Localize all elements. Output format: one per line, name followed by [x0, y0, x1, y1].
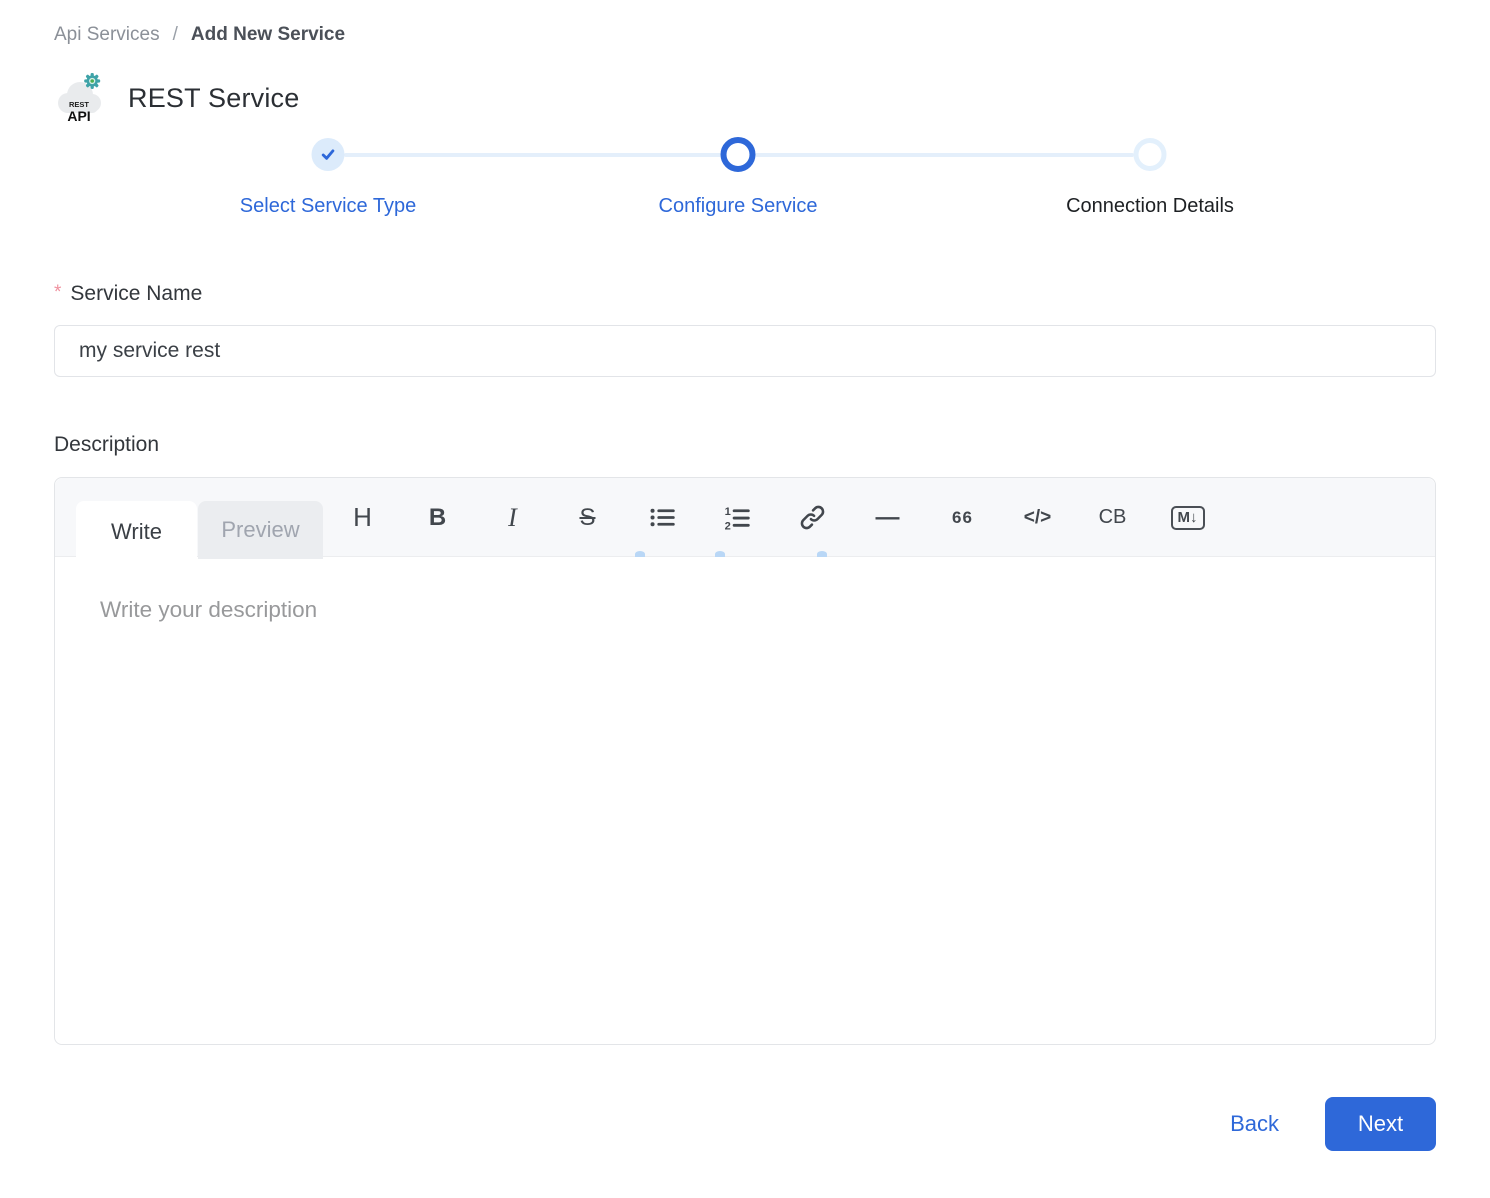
step-3-indicator[interactable]: [1134, 138, 1167, 171]
back-button[interactable]: Back: [1230, 1111, 1279, 1137]
heading-button[interactable]: H: [325, 494, 400, 542]
breadcrumb-api-services[interactable]: Api Services: [54, 24, 160, 46]
add-service-page: Api Services / Add New Service REST: [0, 0, 1490, 1151]
link-button[interactable]: [775, 494, 850, 542]
svg-text:1: 1: [725, 506, 731, 518]
check-icon: [320, 146, 337, 163]
rest-api-cloud-icon: REST API: [54, 70, 104, 126]
bold-icon: B: [429, 504, 446, 532]
editor-toolbar: Write Preview H B I S: [55, 478, 1435, 557]
breadcrumb: Api Services / Add New Service: [54, 24, 1436, 46]
service-name-input[interactable]: [54, 325, 1436, 377]
italic-button[interactable]: I: [475, 494, 550, 542]
required-marker: *: [54, 282, 61, 303]
link-icon: [799, 504, 826, 531]
quote-button[interactable]: 66: [925, 494, 1000, 542]
bold-button[interactable]: B: [400, 494, 475, 542]
next-button[interactable]: Next: [1325, 1097, 1436, 1151]
code-block-button[interactable]: CB: [1075, 494, 1150, 542]
service-name-label-text: Service Name: [70, 282, 202, 305]
quote-icon: 66: [952, 508, 973, 528]
breadcrumb-separator: /: [173, 24, 178, 46]
tab-write[interactable]: Write: [76, 501, 197, 562]
step-3-label[interactable]: Connection Details: [1066, 195, 1234, 218]
toolbar-buttons: H B I S: [325, 478, 1225, 557]
icon-label-api: API: [67, 108, 90, 124]
markdown-icon: M↓: [1171, 506, 1205, 530]
strikethrough-button[interactable]: S: [550, 494, 625, 542]
markdown-editor: Write Preview H B I S: [54, 477, 1436, 1045]
italic-icon: I: [508, 503, 517, 533]
step-2-indicator[interactable]: [721, 137, 756, 172]
service-name-label: * Service Name: [54, 282, 1436, 306]
step-2-label[interactable]: Configure Service: [659, 195, 818, 218]
gear-icon: [84, 73, 100, 89]
code-button[interactable]: </>: [1000, 494, 1075, 542]
tab-preview[interactable]: Preview: [198, 501, 323, 559]
step-1-label[interactable]: Select Service Type: [240, 195, 416, 218]
ordered-list-icon: 1 2: [724, 504, 751, 531]
page-header: REST API REST Service: [54, 70, 1436, 126]
step-1-indicator[interactable]: [312, 138, 345, 171]
markdown-button[interactable]: M↓: [1150, 494, 1225, 542]
description-textarea[interactable]: [55, 557, 1435, 1044]
stepper-line-2: [755, 153, 1134, 157]
breadcrumb-current: Add New Service: [191, 24, 345, 46]
ordered-list-button[interactable]: 1 2: [700, 494, 775, 542]
editor-write-area: [55, 557, 1435, 1044]
description-field: Description Write Preview H B I S: [54, 433, 1436, 1045]
horizontal-rule-icon: —: [876, 504, 900, 532]
code-icon: </>: [1024, 507, 1051, 529]
horizontal-rule-button[interactable]: —: [850, 494, 925, 542]
stepper-line-1: [344, 153, 722, 157]
code-block-icon: CB: [1099, 506, 1127, 529]
unordered-list-button[interactable]: [625, 494, 700, 542]
service-name-field: * Service Name: [54, 282, 1436, 377]
unordered-list-icon: [649, 504, 676, 531]
strikethrough-icon: S: [579, 504, 595, 532]
heading-icon: H: [353, 502, 372, 533]
page-title: REST Service: [128, 83, 299, 114]
svg-text:2: 2: [725, 520, 731, 531]
wizard-stepper: Select Service Type Configure Service Co…: [54, 138, 1436, 250]
wizard-footer: Back Next: [54, 1097, 1436, 1151]
description-label: Description: [54, 433, 1436, 457]
